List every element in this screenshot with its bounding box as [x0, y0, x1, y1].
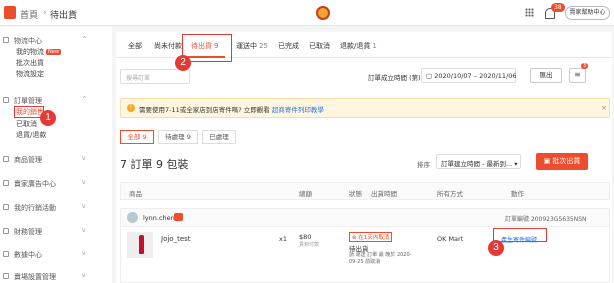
chevron-down-icon: ▾	[514, 160, 518, 168]
chevron-down-icon[interactable]: v	[82, 250, 86, 257]
sidebar-section-finance[interactable]: 財務管理	[14, 227, 42, 237]
tab-completed[interactable]: 已完成	[278, 41, 299, 51]
col-shipping-method[interactable]: 所有方式	[437, 188, 463, 198]
col-action: 動作	[511, 190, 524, 198]
bottle-icon	[139, 235, 144, 254]
sidebar-section-orders[interactable]: 訂單管理	[14, 96, 42, 106]
annotation-box-3	[493, 228, 547, 242]
sidebar-item-my-logistics[interactable]: 我的物流 New	[16, 47, 61, 57]
export-button[interactable]: 匯出	[530, 68, 562, 83]
chevron-down-icon[interactable]: v	[82, 203, 86, 210]
notice-banner: ! 需要使用7-11或全家店到店寄件嗎? 立即觀看 超商寄件列印教學 ×	[120, 98, 610, 118]
help-center-button[interactable]: 賣家幫助中心	[565, 6, 610, 20]
sidebar-section-products[interactable]: 商品管理	[14, 155, 42, 165]
table-header: 商品 總額 狀態 出貨時間 所有方式 動作	[120, 182, 610, 200]
carrier: OK Mart	[437, 235, 464, 243]
sidebar-item-cancelled[interactable]: 已取消	[16, 119, 37, 129]
sidebar-section-marketing[interactable]: 我的行銷活動	[14, 203, 56, 213]
breadcrumb-home[interactable]: 首頁	[20, 8, 38, 21]
ads-icon	[3, 180, 9, 186]
date-filter-label: 訂單成立時間 (第)	[368, 74, 421, 82]
chevron-down-icon[interactable]: v	[82, 272, 86, 279]
marketing-icon	[3, 204, 9, 210]
sidebar-item-batch-ship[interactable]: 批次出貨	[16, 58, 44, 68]
sort-dropdown[interactable]: 訂單建立時間 - 最新到... ▾	[436, 154, 521, 169]
subtab-processed[interactable]: 已處理	[202, 130, 236, 144]
payment-method: 貨到付款	[299, 242, 320, 248]
sidebar-section-ads[interactable]: 賣家廣告中心	[14, 179, 56, 189]
sort-label: 排序	[417, 161, 430, 169]
tutorial-link[interactable]: 超商寄件列印教學	[272, 106, 324, 114]
sidebar-section-data[interactable]: 數據中心	[14, 250, 42, 260]
chevron-down-icon[interactable]: v	[82, 227, 86, 234]
status-note: 請 運送 訂單 最 晚於 2020-09-25 前取消	[349, 252, 412, 265]
order-search-input[interactable]: 搜尋訂單	[120, 69, 190, 84]
chat-icon[interactable]	[174, 213, 183, 221]
subtab-all[interactable]: 全部 9	[120, 130, 154, 144]
alert-icon: !	[127, 104, 135, 112]
orders-icon	[3, 97, 9, 103]
buyer-name: lynn.chen	[143, 214, 175, 222]
tab-all[interactable]: 全部	[128, 41, 142, 51]
cancel-deadline-tag: ⊗ 在1天內取消	[349, 232, 393, 242]
chevron-down-icon[interactable]: v	[82, 155, 86, 162]
product-name: Jojo_test	[161, 235, 191, 243]
export-list-button[interactable]: ≡	[569, 68, 586, 83]
buyer-row: lynn.chen 訂單編號 200923G5635NSN	[120, 208, 610, 226]
shop-settings-icon	[3, 273, 9, 279]
tab-shipping[interactable]: 運送中 25	[236, 41, 268, 51]
annotation-marker-1: 1	[40, 110, 56, 126]
date-range-picker[interactable]: ▢ 2020/10/07 – 2020/11/06	[421, 68, 517, 83]
logistics-icon	[3, 37, 9, 43]
order-number: 訂單編號 200923G5635NSN	[505, 216, 587, 223]
order-total: $80	[299, 233, 312, 241]
breadcrumb-current: 待出貨	[50, 11, 78, 21]
product-qty: x1	[279, 235, 287, 243]
mascot-icon	[316, 6, 330, 20]
chevron-up-icon[interactable]: ^	[82, 96, 87, 103]
new-badge: New	[46, 49, 61, 55]
export-list-badge: 3	[581, 63, 589, 69]
chevron-up-icon[interactable]: ^	[82, 36, 87, 43]
order-count-title: 7 訂單 9 包裝	[120, 158, 189, 171]
apps-grid-icon[interactable]	[525, 8, 534, 17]
notification-count-badge: 38	[551, 3, 565, 12]
col-status: 狀態	[349, 190, 362, 198]
top-bar: 首頁 › 待出貨 38 賣家幫助中心	[0, 0, 614, 26]
tab-cancelled[interactable]: 已取消	[309, 41, 330, 51]
col-product: 商品	[129, 190, 142, 198]
data-center-icon	[3, 251, 9, 257]
subtab-pending[interactable]: 待處理 9	[158, 130, 198, 144]
sidebar-item-logistics-settings[interactable]: 物流設定	[16, 69, 44, 79]
finance-icon	[3, 228, 9, 234]
annotation-marker-3: 3	[488, 240, 504, 256]
sidebar-item-returns[interactable]: 退貨/退款	[16, 130, 46, 140]
annotation-marker-2: 2	[175, 55, 191, 71]
batch-ship-button[interactable]: ▣ 批次出貨	[536, 153, 588, 170]
chevron-down-icon[interactable]: v	[82, 179, 86, 186]
product-thumbnail[interactable]	[127, 232, 153, 258]
close-icon[interactable]: ×	[601, 104, 607, 112]
sidebar-section-logistics[interactable]: 物流中心	[14, 36, 42, 46]
col-total: 總額	[299, 190, 312, 198]
main-panel: 全部 尚未付款 待出貨 9 運送中 25 已完成 已取消 退款/退貨 1 搜尋訂單 訂…	[116, 32, 612, 283]
col-ship-time: 出貨時間	[371, 190, 397, 198]
sidebar-section-shop-settings[interactable]: 賣場設置管理	[14, 272, 56, 282]
tab-returns[interactable]: 退款/退貨 1	[340, 41, 377, 51]
products-icon	[3, 156, 9, 162]
breadcrumb-separator: ›	[43, 8, 47, 18]
tab-unpaid[interactable]: 尚未付款	[154, 41, 182, 51]
shopee-logo-icon[interactable]	[4, 6, 16, 19]
sidebar: 物流中心 ^ 我的物流 New 批次出貨 物流設定 訂單管理 ^ 我的銷售 已取消…	[0, 27, 112, 283]
avatar	[127, 212, 138, 223]
